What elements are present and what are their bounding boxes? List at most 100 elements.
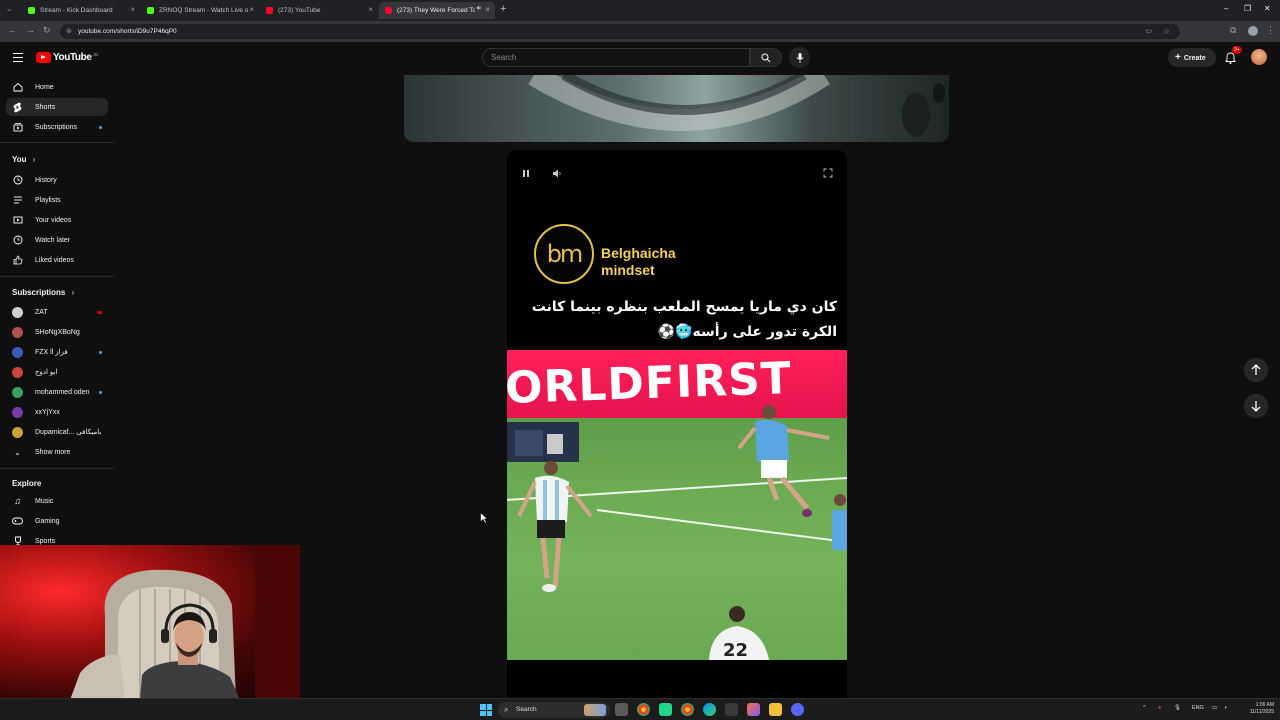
edge-icon[interactable] xyxy=(703,703,716,716)
taskbar-search[interactable]: ⌕ Search xyxy=(498,702,610,718)
minimize-icon[interactable]: – xyxy=(1224,4,1228,13)
close-icon[interactable]: × xyxy=(130,5,135,14)
search-button[interactable] xyxy=(750,48,782,67)
windows-start-icon[interactable] xyxy=(480,704,492,716)
app-icon[interactable] xyxy=(659,703,672,716)
arrow-up-icon xyxy=(1251,364,1261,375)
notifications-button[interactable]: 9+ xyxy=(1225,46,1242,69)
language-indicator[interactable]: ENG xyxy=(1192,705,1204,711)
back-icon[interactable]: ← xyxy=(8,25,17,35)
sidebar-item-channel[interactable]: xxYjYxx xyxy=(6,403,108,421)
sidebar-item-channel[interactable]: ابو ادوج xyxy=(6,363,108,381)
sidebar-item-liked-videos[interactable]: Liked videos xyxy=(6,251,108,269)
browser-menu-icon[interactable]: ⋮ xyxy=(1266,25,1275,36)
sidebar-item-channel[interactable]: mohammed oden xyxy=(6,383,108,401)
sidebar-item-label: Playlists xyxy=(35,196,61,204)
discord-icon[interactable] xyxy=(791,703,804,716)
clock-date: 11/11/2025 xyxy=(1249,709,1274,715)
you-heading-label: You xyxy=(12,155,27,164)
sidebar-item-music[interactable]: ♫ Music xyxy=(6,492,108,510)
pause-button[interactable] xyxy=(522,165,530,183)
windows-taskbar: ⌕ Search ^ ● 🎙︎ ENG ▭ ◖ 1:06 AM 11/11/20… xyxy=(0,698,1280,720)
browser-tab[interactable]: (273) YouTube × xyxy=(260,2,378,19)
sidebar-item-channel[interactable]: Dupamicaf... دوبامیکافی xyxy=(6,423,108,441)
sidebar-item-channel[interactable]: SHoNgXBoNg xyxy=(6,323,108,341)
account-avatar[interactable] xyxy=(1251,49,1267,65)
close-icon[interactable]: × xyxy=(249,5,254,14)
youtube-play-icon xyxy=(36,52,51,63)
voice-search-button[interactable] xyxy=(789,47,810,68)
sidebar-item-gaming[interactable]: Gaming xyxy=(6,512,108,530)
pause-icon xyxy=(523,170,529,177)
previous-short-video[interactable] xyxy=(404,75,949,142)
bookmark-star-icon[interactable]: ☆ xyxy=(1163,24,1170,39)
reload-icon[interactable]: ↻ xyxy=(43,25,51,36)
next-short-button[interactable] xyxy=(1244,394,1268,418)
kick-icon xyxy=(28,7,35,14)
clock[interactable]: 1:06 AM 11/11/2025 xyxy=(1238,702,1274,716)
tab-search-icon[interactable]: ⌄ xyxy=(6,5,12,13)
site-info-icon[interactable]: ⊜ xyxy=(66,24,72,39)
kick-icon xyxy=(147,7,154,14)
app-icon[interactable] xyxy=(747,703,760,716)
caption-line-1: كان دي ماريا يمسح الملعب بنظره بينما كان… xyxy=(531,299,837,315)
store-icon[interactable] xyxy=(725,703,738,716)
sidebar-item-history[interactable]: History xyxy=(6,171,108,189)
arrow-down-icon xyxy=(1251,401,1261,412)
file-explorer-icon[interactable] xyxy=(769,703,782,716)
chrome-icon[interactable] xyxy=(681,703,694,716)
channel-avatar xyxy=(12,306,23,318)
sidebar-item-shorts[interactable]: Shorts xyxy=(6,98,108,116)
hamburger-menu-icon[interactable] xyxy=(13,53,23,62)
url-input[interactable]: ⊜ youtube.com/shorts/iD9u7P46qP0 ☆ ▭ xyxy=(60,24,1180,39)
extensions-icon[interactable]: ⧉ xyxy=(1230,25,1236,36)
sidebar-item-playlists[interactable]: Playlists xyxy=(6,191,108,209)
shorts-player[interactable]: bm Belghaicha mindset كان دي ماريا يمسح … xyxy=(507,150,847,700)
youtube-logo[interactable]: YouTube JO xyxy=(36,52,98,63)
profile-avatar[interactable] xyxy=(1248,26,1258,36)
create-button[interactable]: + Create xyxy=(1168,48,1216,67)
plus-icon: + xyxy=(1175,52,1181,63)
you-section-heading[interactable]: You › xyxy=(12,155,35,164)
close-window-icon[interactable]: ✕ xyxy=(1264,4,1271,13)
task-view-icon[interactable] xyxy=(615,703,628,716)
close-icon[interactable]: × xyxy=(485,5,490,14)
sidebar-item-channel[interactable]: FZX ll فزاز xyxy=(6,343,108,361)
sidebar-item-home[interactable]: Home xyxy=(6,78,108,96)
tab-title: (273) They Were Forced To xyxy=(397,7,475,14)
restore-icon[interactable]: ❐ xyxy=(1244,4,1251,13)
volume-icon[interactable]: ◖ xyxy=(1224,705,1227,711)
sidebar-item-your-videos[interactable]: Your videos xyxy=(6,211,108,229)
show-more-button[interactable]: ⌄ Show more xyxy=(6,443,108,461)
browser-tab[interactable]: ZRNOQ Stream - Watch Live o... × xyxy=(141,2,259,19)
youtube-favicon-icon xyxy=(266,7,273,14)
live-indicator xyxy=(97,311,102,314)
network-icon[interactable]: ▭ xyxy=(1212,705,1217,711)
new-content-dot xyxy=(99,126,102,129)
sidebar-item-subscriptions[interactable]: Subscriptions xyxy=(6,118,108,136)
tray-microphone-icon[interactable]: 🎙︎ xyxy=(1174,705,1181,711)
speaker-icon[interactable]: 🔊︎ xyxy=(477,5,481,13)
channel-avatar xyxy=(12,426,23,438)
chrome-icon[interactable] xyxy=(637,703,650,716)
forward-icon[interactable]: → xyxy=(26,25,35,35)
subscriptions-section-heading[interactable]: Subscriptions › xyxy=(12,288,74,297)
sidebar-item-channel[interactable]: ZAT xyxy=(6,303,108,321)
search-input[interactable]: Search xyxy=(482,48,750,67)
fullscreen-icon xyxy=(823,168,833,178)
sidebar-item-label: Your videos xyxy=(35,216,72,224)
your-videos-icon xyxy=(12,215,23,226)
channel-name: Dupamicaf... دوبامیکافی xyxy=(35,429,101,436)
new-tab-button[interactable]: + xyxy=(500,3,506,15)
tray-app-icon[interactable]: ● xyxy=(1158,705,1161,711)
close-icon[interactable]: × xyxy=(368,5,373,14)
volume-button[interactable] xyxy=(552,165,562,183)
cast-icon[interactable]: ▭ xyxy=(1145,24,1152,39)
fullscreen-button[interactable] xyxy=(823,165,833,183)
browser-tab[interactable]: Stream - Kick Dashboard × xyxy=(22,2,140,19)
tray-chevron-up-icon[interactable]: ^ xyxy=(1143,705,1146,711)
gaming-icon xyxy=(12,516,23,527)
sidebar-item-watch-later[interactable]: Watch later xyxy=(6,231,108,249)
browser-tab-active[interactable]: (273) They Were Forced To 🔊︎ × xyxy=(379,2,495,19)
previous-short-button[interactable] xyxy=(1244,358,1268,382)
